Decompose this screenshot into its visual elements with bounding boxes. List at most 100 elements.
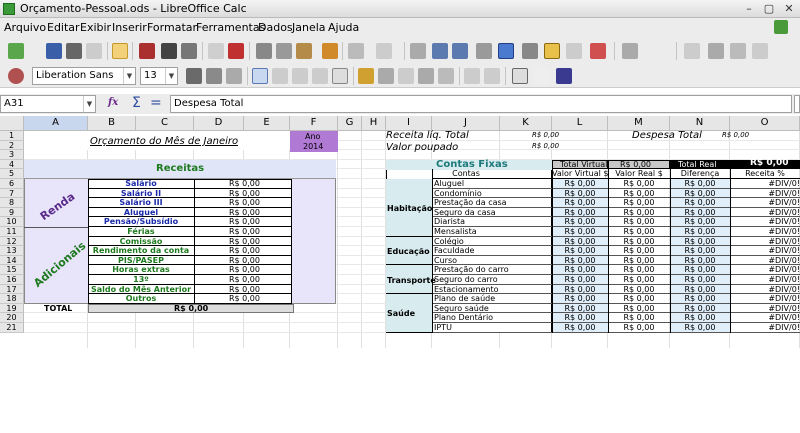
column-header-j[interactable]: J bbox=[432, 116, 500, 131]
merge-cells-icon[interactable] bbox=[332, 68, 348, 84]
row-header-1[interactable]: 1 bbox=[0, 131, 24, 141]
save-icon[interactable] bbox=[66, 43, 82, 59]
column-header-e[interactable]: E bbox=[244, 116, 290, 131]
form-controls-icon[interactable] bbox=[708, 43, 724, 59]
row-header-15[interactable]: 15 bbox=[0, 265, 24, 275]
copy-icon[interactable] bbox=[276, 43, 292, 59]
sort-ascending-icon[interactable] bbox=[432, 43, 448, 59]
edit-file-icon[interactable] bbox=[112, 43, 128, 59]
column-header-o[interactable]: O bbox=[730, 116, 800, 131]
column-header-h[interactable]: H bbox=[362, 116, 386, 131]
insert-chart-icon[interactable] bbox=[498, 43, 514, 59]
data-sources-icon[interactable] bbox=[752, 43, 768, 59]
clone-formatting-icon[interactable] bbox=[322, 43, 338, 59]
design-mode-icon[interactable] bbox=[730, 43, 746, 59]
italic-icon[interactable] bbox=[206, 68, 222, 84]
column-header-n[interactable]: N bbox=[670, 116, 730, 131]
row-header-13[interactable]: 13 bbox=[0, 246, 24, 256]
delete-decimal-icon[interactable] bbox=[438, 68, 454, 84]
maximize-icon[interactable]: ▢ bbox=[760, 1, 778, 16]
name-box[interactable]: A31 ▼ bbox=[0, 95, 96, 113]
export-pdf-icon[interactable] bbox=[139, 43, 155, 59]
menu-exibir[interactable]: Exibir bbox=[80, 21, 111, 34]
paste-icon[interactable] bbox=[296, 43, 312, 59]
chevron-down-icon[interactable]: ▼ bbox=[83, 96, 95, 112]
formula-icon[interactable]: = bbox=[150, 95, 162, 111]
chevron-down-icon[interactable]: ▼ bbox=[165, 68, 177, 84]
redo-icon[interactable] bbox=[376, 43, 392, 59]
sum-icon[interactable]: Σ bbox=[132, 95, 141, 111]
spelling-icon[interactable] bbox=[208, 43, 224, 59]
font-size-box[interactable]: 13 ▼ bbox=[140, 67, 178, 85]
update-download-icon[interactable] bbox=[774, 20, 788, 34]
print-preview-icon[interactable] bbox=[181, 43, 197, 59]
decrease-indent-icon[interactable] bbox=[464, 68, 480, 84]
column-header-l[interactable]: L bbox=[552, 116, 608, 131]
column-header-k[interactable]: K bbox=[500, 116, 552, 131]
show-draw-functions-icon[interactable] bbox=[544, 43, 560, 59]
autofilter-icon[interactable] bbox=[476, 43, 492, 59]
function-wizard-icon[interactable]: fx bbox=[108, 97, 118, 108]
stop-icon[interactable] bbox=[684, 43, 700, 59]
new-document-icon[interactable] bbox=[8, 43, 24, 59]
column-header-m[interactable]: M bbox=[608, 116, 670, 131]
cut-icon[interactable] bbox=[256, 43, 272, 59]
menu-editar[interactable]: Editar bbox=[47, 21, 80, 34]
row-header-5[interactable]: 5 bbox=[0, 169, 24, 179]
row-header-7[interactable]: 7 bbox=[0, 188, 24, 199]
justify-icon[interactable] bbox=[312, 68, 328, 84]
expand-formula-icon[interactable] bbox=[794, 95, 800, 113]
font-color-icon[interactable] bbox=[556, 68, 572, 84]
menu-janela[interactable]: Janela bbox=[292, 21, 326, 34]
close-icon[interactable]: ✕ bbox=[780, 1, 798, 16]
column-header-a[interactable]: A bbox=[24, 116, 88, 131]
bold-icon[interactable] bbox=[186, 68, 202, 84]
pivot-table-icon[interactable] bbox=[522, 43, 538, 59]
row-header-16[interactable]: 16 bbox=[0, 275, 24, 285]
increase-indent-icon[interactable] bbox=[484, 68, 500, 84]
row-header-11[interactable]: 11 bbox=[0, 227, 24, 237]
chevron-down-icon[interactable]: ▼ bbox=[123, 68, 135, 84]
email-icon[interactable] bbox=[86, 43, 102, 59]
column-header-i[interactable]: I bbox=[386, 116, 432, 131]
background-color-icon[interactable] bbox=[534, 68, 550, 84]
row-header-10[interactable]: 10 bbox=[0, 217, 24, 227]
row-header-6[interactable]: 6 bbox=[0, 179, 24, 189]
column-header-c[interactable]: C bbox=[136, 116, 194, 131]
row-header-21[interactable]: 21 bbox=[0, 323, 24, 333]
row-header-8[interactable]: 8 bbox=[0, 198, 24, 208]
row-header-12[interactable]: 12 bbox=[0, 236, 24, 247]
minimize-icon[interactable]: – bbox=[740, 1, 758, 16]
spreadsheet-grid[interactable]: A B C D E F G H I J K L M N O 1 2 3 4 5 6 7 8 9 10 11 12 13 14 15 16 17… bbox=[0, 116, 800, 348]
align-left-icon[interactable] bbox=[252, 68, 268, 84]
row-header-9[interactable]: 9 bbox=[0, 207, 24, 218]
align-right-icon[interactable] bbox=[292, 68, 308, 84]
column-header-d[interactable]: D bbox=[194, 116, 244, 131]
align-center-icon[interactable] bbox=[272, 68, 288, 84]
styles-icon[interactable] bbox=[8, 68, 24, 84]
hyperlink-icon[interactable] bbox=[410, 43, 426, 59]
column-header-g[interactable]: G bbox=[338, 116, 362, 131]
percent-format-icon[interactable] bbox=[378, 68, 394, 84]
undo-icon[interactable] bbox=[348, 43, 364, 59]
open-icon[interactable] bbox=[46, 43, 62, 59]
autospell-icon[interactable] bbox=[228, 43, 244, 59]
row-header-20[interactable]: 20 bbox=[0, 313, 24, 323]
row-header-3[interactable]: 3 bbox=[0, 150, 24, 160]
underline-icon[interactable] bbox=[226, 68, 242, 84]
currency-format-icon[interactable] bbox=[358, 68, 374, 84]
menu-ferramentas[interactable]: Ferramentas bbox=[196, 21, 265, 34]
menu-ajuda[interactable]: Ajuda bbox=[328, 21, 359, 34]
row-header-18[interactable]: 18 bbox=[0, 294, 24, 304]
row-header-19[interactable]: 19 bbox=[0, 303, 24, 314]
row-header-17[interactable]: 17 bbox=[0, 284, 24, 295]
row-header-4[interactable]: 4 bbox=[0, 159, 24, 170]
navigator-icon[interactable] bbox=[566, 43, 582, 59]
menu-inserir[interactable]: Inserir bbox=[112, 21, 147, 34]
formula-input[interactable]: Despesa Total bbox=[170, 95, 792, 113]
gallery-icon[interactable] bbox=[622, 43, 638, 59]
menu-formatar[interactable]: Formatar bbox=[147, 21, 197, 34]
column-header-f[interactable]: F bbox=[290, 116, 338, 131]
menu-arquivo[interactable]: Arquivo bbox=[4, 21, 46, 34]
help-icon[interactable] bbox=[590, 43, 606, 59]
